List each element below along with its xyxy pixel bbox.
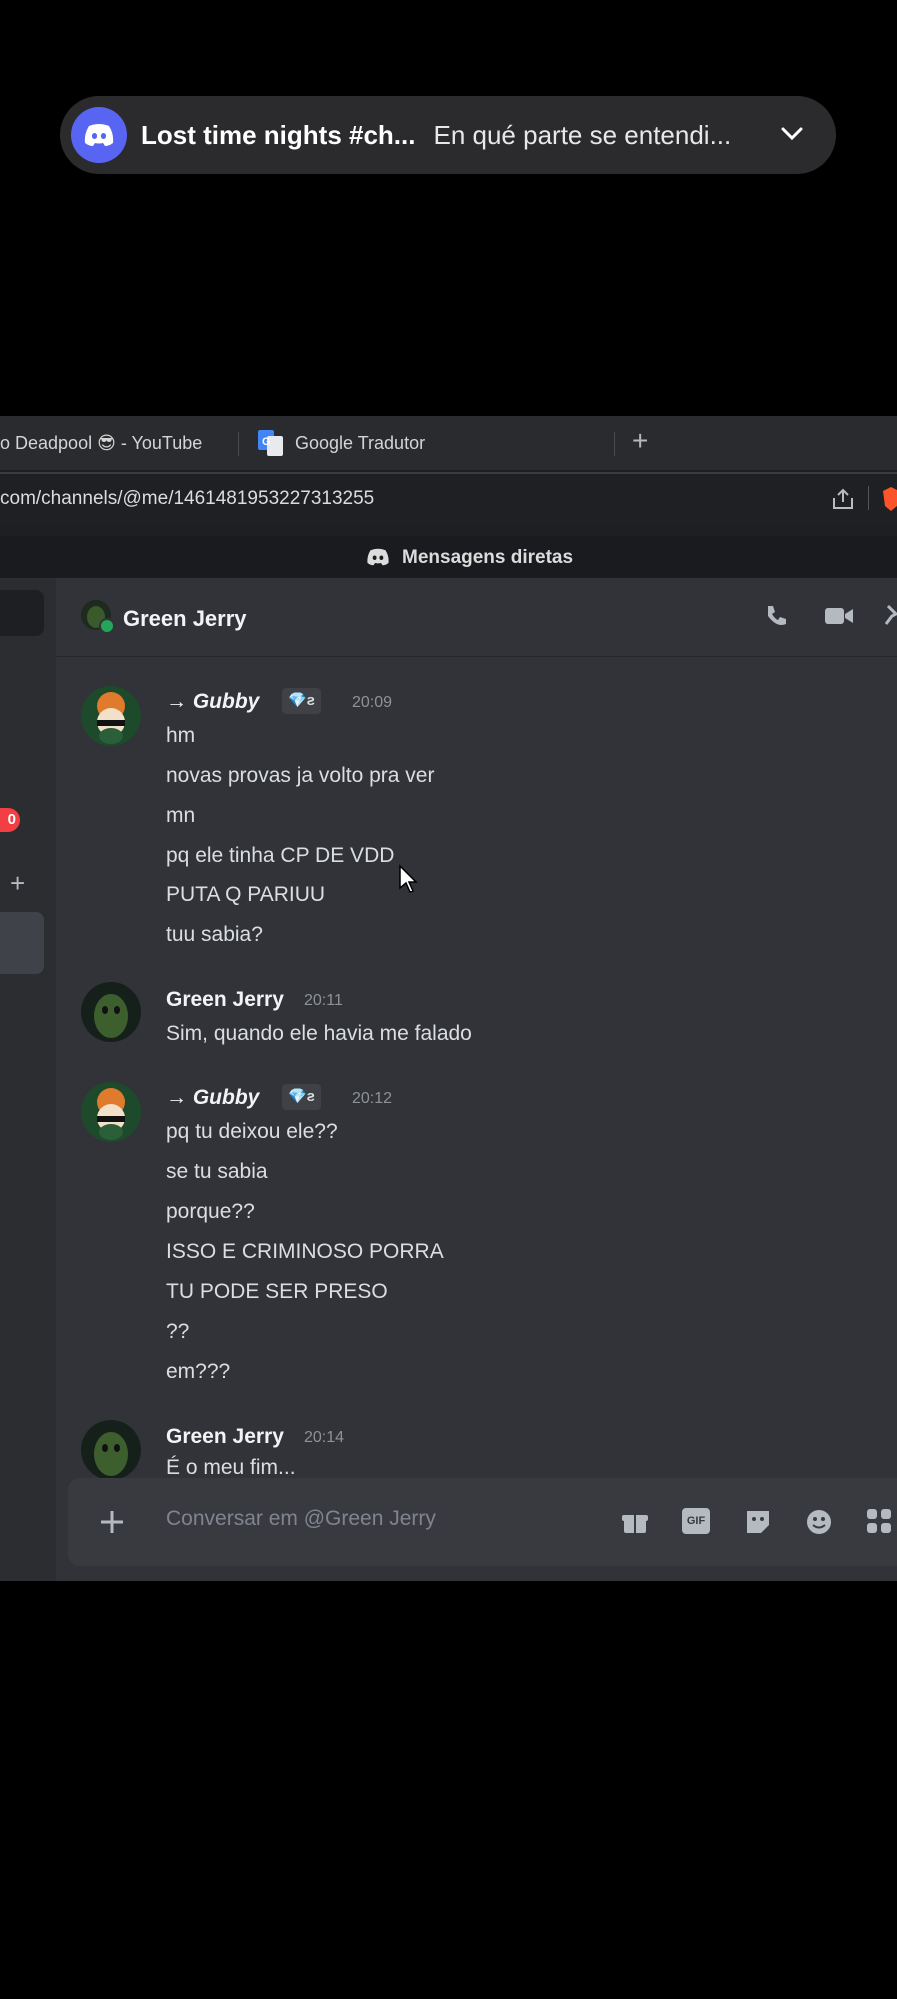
message-timestamp: 20:12 <box>352 1090 393 1107</box>
url-text[interactable]: com/channels/@me/1461481953227313255 <box>0 488 374 510</box>
page-title: Mensagens diretas <box>402 547 574 568</box>
message-text: se tu sabia <box>166 1160 268 1183</box>
notification-preview: En qué parte se entendi... <box>433 119 732 150</box>
avatar[interactable] <box>81 982 141 1042</box>
dm-item-selected[interactable] <box>0 912 44 974</box>
phone-call-icon[interactable] <box>762 602 790 635</box>
message-author[interactable]: → Gubby <box>166 690 259 714</box>
discord-icon <box>71 107 127 163</box>
tab-bar: o Deadpool 😎 - YouTube G Google Tradutor… <box>0 416 897 470</box>
notification-badge: 0 <box>0 808 20 832</box>
svg-text:G: G <box>262 436 271 448</box>
new-tab-button[interactable]: + <box>632 426 648 456</box>
plus-icon[interactable] <box>98 1508 126 1541</box>
message-text: hm <box>166 724 196 747</box>
message-input[interactable]: Conversar em @Green Jerry <box>166 1507 436 1531</box>
window-title-strip: Mensagens diretas <box>0 536 897 578</box>
address-bar[interactable]: com/channels/@me/1461481953227313255 <box>0 472 897 524</box>
dm-sidebar: 0 + <box>0 578 56 1581</box>
message-text: mn <box>166 804 196 827</box>
gift-icon[interactable] <box>621 1508 649 1541</box>
chevron-down-icon[interactable] <box>778 120 806 153</box>
chat-header: Green Jerry <box>56 578 897 657</box>
message-text: PUTA Q PARIUU <box>166 883 326 906</box>
tab-divider <box>614 432 615 456</box>
notification-title: Lost time nights #ch... <box>141 119 416 150</box>
toolbar-divider <box>868 486 869 510</box>
tab-divider <box>238 432 239 456</box>
mouse-cursor-icon <box>398 864 418 899</box>
message-author[interactable]: Green Jerry <box>166 1425 284 1449</box>
message-timestamp: 20:09 <box>352 694 393 711</box>
video-call-icon[interactable] <box>824 604 854 633</box>
message-author[interactable]: Green Jerry <box>166 988 284 1012</box>
browser-window: o Deadpool 😎 - YouTube G Google Tradutor… <box>0 416 897 1581</box>
message-text: Sim, quando ele havia me falado <box>166 1022 472 1045</box>
message-timestamp: 20:11 <box>304 992 343 1009</box>
guild-tag-badge: 💎ƨ <box>282 1084 322 1110</box>
message-text: tuu sabia? <box>166 923 263 946</box>
avatar[interactable] <box>81 1082 141 1142</box>
brave-lion-icon[interactable] <box>882 486 897 517</box>
emoji-icon[interactable] <box>805 1508 833 1541</box>
message-text: ?? <box>166 1320 190 1343</box>
message-text: ISSO E CRIMINOSO PORRA <box>166 1240 444 1263</box>
share-icon[interactable] <box>830 486 856 517</box>
find-conversation-input[interactable] <box>0 590 44 636</box>
message-text: novas provas ja volto pra ver <box>166 764 435 787</box>
message-text: pq ele tinha CP DE VDD <box>166 844 395 867</box>
apps-icon[interactable] <box>866 1508 892 1539</box>
add-dm-button[interactable]: + <box>10 868 25 899</box>
google-translate-icon: G <box>258 430 284 461</box>
guild-tag-badge: 💎ƨ <box>282 688 322 714</box>
sticker-icon[interactable] <box>744 1508 772 1541</box>
online-status-dot <box>99 618 115 634</box>
message-text: porque?? <box>166 1200 255 1223</box>
chat-pane: Green Jerry → Gubby 💎ƨ 20:09 hm novas pr… <box>56 578 897 1581</box>
tab-youtube[interactable]: o Deadpool 😎 - YouTube <box>0 433 202 454</box>
message-text: em??? <box>166 1360 231 1383</box>
recipient-name[interactable]: Green Jerry <box>123 606 247 632</box>
message-composer[interactable]: Conversar em @Green Jerry GIF <box>68 1478 897 1566</box>
pin-icon[interactable] <box>882 604 897 633</box>
message-text: É o meu fim... <box>166 1456 296 1479</box>
message-author[interactable]: → Gubby <box>166 1086 259 1110</box>
avatar[interactable] <box>81 1420 141 1480</box>
notification-banner[interactable]: Lost time nights #ch... En qué parte se … <box>60 96 836 174</box>
message-text: pq tu deixou ele?? <box>166 1120 338 1143</box>
message-text: TU PODE SER PRESO <box>166 1280 388 1303</box>
gif-button[interactable]: GIF <box>682 1508 710 1534</box>
message-timestamp: 20:14 <box>304 1429 345 1446</box>
discord-icon <box>366 548 390 571</box>
avatar[interactable] <box>81 686 141 746</box>
tab-google-tradutor[interactable]: Google Tradutor <box>295 433 425 454</box>
